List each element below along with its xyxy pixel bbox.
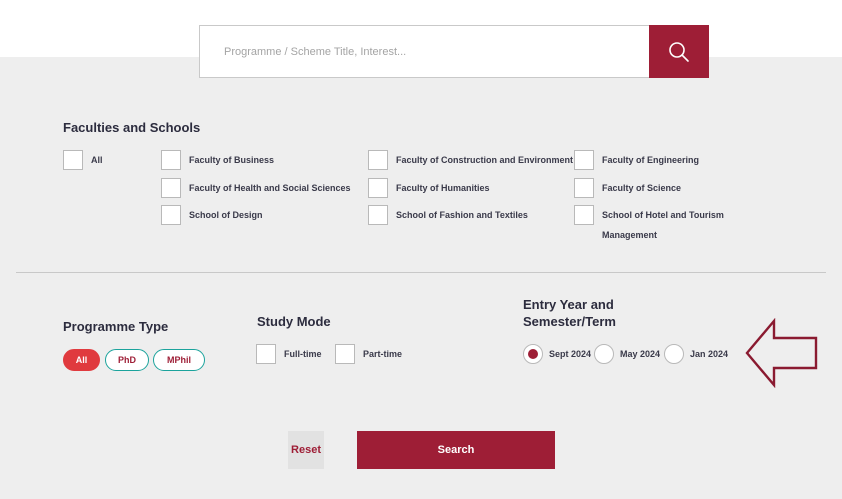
checkbox[interactable]: [368, 205, 388, 225]
checkbox[interactable]: [63, 150, 83, 170]
search-icon: [669, 41, 689, 62]
faculty-option-label: School of Fashion and Textiles: [396, 210, 528, 220]
search-button[interactable]: Search: [357, 431, 555, 469]
entry-option-sept-2024[interactable]: Sept 2024: [523, 344, 591, 364]
faculty-option-label: All: [91, 155, 103, 165]
checkbox[interactable]: [368, 150, 388, 170]
checkbox[interactable]: [161, 150, 181, 170]
checkbox[interactable]: [161, 205, 181, 225]
study-mode-label: Full-time: [284, 349, 322, 359]
checkbox[interactable]: [574, 150, 594, 170]
radio-button[interactable]: [523, 344, 543, 364]
faculty-option-science[interactable]: Faculty of Science: [574, 178, 681, 198]
entry-year-title: Entry Year and Semester/Term: [523, 296, 616, 330]
checkbox[interactable]: [335, 344, 355, 364]
faculty-option-label: Faculty of Construction and Environment: [396, 155, 574, 165]
study-mode-full-time[interactable]: Full-time: [256, 344, 322, 364]
checkbox[interactable]: [256, 344, 276, 364]
faculty-option-construction[interactable]: Faculty of Construction and Environment: [368, 150, 573, 170]
entry-option-jan-2024[interactable]: Jan 2024: [664, 344, 728, 364]
entry-option-may-2024[interactable]: May 2024: [594, 344, 660, 364]
faculty-option-label: School of Hotel and Tourism Management: [602, 210, 724, 240]
faculty-option-label: Faculty of Humanities: [396, 183, 490, 193]
faculty-option-humanities[interactable]: Faculty of Humanities: [368, 178, 490, 198]
radio-selected-dot: [528, 349, 538, 359]
study-mode-title: Study Mode: [257, 314, 331, 329]
checkbox[interactable]: [368, 178, 388, 198]
programme-type-mphil-pill[interactable]: MPhil: [153, 349, 205, 371]
faculties-title: Faculties and Schools: [63, 120, 201, 135]
checkbox[interactable]: [574, 205, 594, 225]
entry-year-title-line1: Entry Year and: [523, 297, 614, 312]
checkbox[interactable]: [574, 178, 594, 198]
reset-button[interactable]: Reset: [288, 431, 324, 469]
section-divider: [16, 272, 826, 273]
faculty-option-label: School of Design: [189, 210, 263, 220]
faculty-option-fashion[interactable]: School of Fashion and Textiles: [368, 205, 528, 225]
checkbox[interactable]: [161, 178, 181, 198]
faculty-option-engineering[interactable]: Faculty of Engineering: [574, 150, 699, 170]
programme-type-phd-pill[interactable]: PhD: [105, 349, 149, 371]
faculty-option-label: Faculty of Business: [189, 155, 275, 165]
faculty-option-label: Faculty of Health and Social Sciences: [189, 183, 351, 193]
study-mode-label: Part-time: [363, 349, 403, 359]
faculty-option-business[interactable]: Faculty of Business: [161, 150, 274, 170]
faculty-option-design[interactable]: School of Design: [161, 205, 263, 225]
study-mode-part-time[interactable]: Part-time: [335, 344, 402, 364]
entry-option-label: May 2024: [620, 349, 661, 359]
search-input[interactable]: [199, 25, 649, 78]
faculty-option-hotel-tourism[interactable]: School of Hotel and Tourism Management: [574, 205, 727, 245]
entry-option-label: Sept 2024: [549, 349, 592, 359]
entry-option-label: Jan 2024: [690, 349, 729, 359]
entry-year-title-line2: Semester/Term: [523, 314, 616, 329]
search-bar: [199, 25, 709, 78]
radio-button[interactable]: [594, 344, 614, 364]
programme-type-title: Programme Type: [63, 319, 169, 334]
left-arrow-icon: [745, 318, 818, 388]
faculty-option-health[interactable]: Faculty of Health and Social Sciences: [161, 178, 351, 198]
faculty-option-label: Faculty of Science: [602, 183, 682, 193]
programme-type-all-pill[interactable]: All: [63, 349, 100, 371]
radio-button[interactable]: [664, 344, 684, 364]
search-submit-button[interactable]: [649, 25, 709, 78]
faculty-option-label: Faculty of Engineering: [602, 155, 700, 165]
faculty-option-all[interactable]: All: [63, 150, 103, 170]
